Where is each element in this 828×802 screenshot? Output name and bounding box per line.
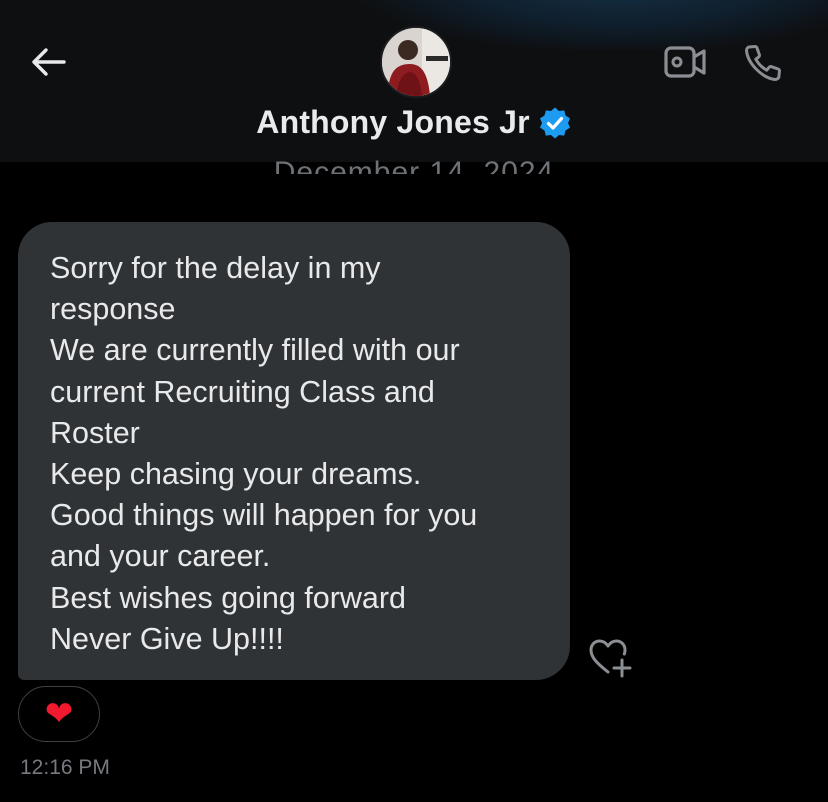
message-line: response	[50, 292, 176, 327]
message-line: We are currently filled with our	[50, 333, 460, 368]
voice-call-button[interactable]	[740, 38, 788, 86]
date-separator-text: December 14, 2024	[274, 160, 555, 174]
message-line: Never Give Up!!!!	[50, 621, 284, 656]
verified-badge-icon	[539, 107, 570, 138]
video-camera-icon	[664, 46, 706, 78]
phone-icon	[745, 44, 782, 81]
message-line: Best wishes going forward	[50, 580, 407, 615]
video-call-button[interactable]	[660, 40, 710, 84]
heart-reaction-icon: ❤	[44, 695, 74, 733]
conversation-header: Anthony Jones Jr	[0, 0, 828, 162]
avatar-photo	[382, 28, 450, 96]
message-bubble[interactable]: Sorry for the delay in my response We ar…	[18, 222, 570, 680]
contact-name-row: Anthony Jones Jr	[0, 104, 828, 141]
heart-plus-icon	[589, 639, 632, 678]
reaction-badge[interactable]: ❤	[18, 686, 100, 742]
message-line: and your career.	[50, 539, 271, 574]
message-line: Sorry for the delay in my	[50, 251, 381, 285]
back-button[interactable]	[26, 42, 70, 82]
contact-avatar[interactable]	[380, 26, 452, 98]
message-timestamp: 12:16 PM	[20, 756, 110, 779]
message-line: current Recruiting Class and	[50, 374, 435, 409]
date-separator: December 14, 2024	[0, 160, 828, 174]
add-reaction-button[interactable]	[588, 636, 634, 678]
message-line: Roster	[50, 415, 140, 450]
back-arrow-icon	[32, 48, 66, 76]
message-line: Good things will happen for you	[50, 498, 478, 533]
message-line: Keep chasing your dreams.	[50, 457, 422, 492]
contact-name[interactable]: Anthony Jones Jr	[256, 104, 529, 141]
